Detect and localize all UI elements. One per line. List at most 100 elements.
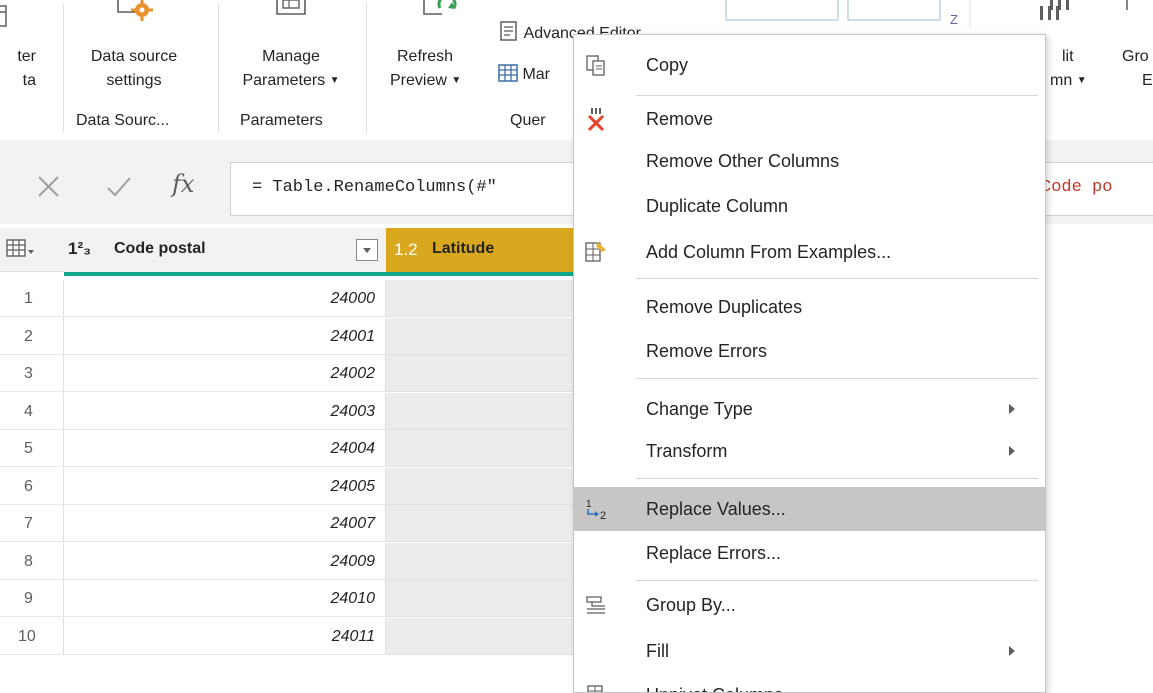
cell-code-postal[interactable]: 24005 [64,467,386,505]
group-label-data-sources: Data Sourc... [76,112,170,129]
menu-item-label: Remove Duplicates [646,297,803,317]
data-source-settings-line1: Data source [90,48,178,65]
column-filter-button[interactable] [356,239,378,261]
column-header-latitude[interactable]: 1.2 Latitude [386,228,573,276]
menu-item-label: Copy [646,55,689,75]
cell-latitude[interactable] [386,542,573,580]
cell-latitude[interactable] [386,430,573,467]
cell-latitude[interactable] [386,505,573,542]
cell-latitude[interactable] [386,280,573,317]
svg-text:1: 1 [586,499,592,510]
cell-code-postal[interactable]: 24000 [64,280,386,317]
submenu-arrow-icon [1009,404,1015,414]
cell-code-postal[interactable]: 24010 [64,580,386,617]
type-decimal-icon: 1.2 [394,240,418,259]
refresh-preview-line1: Refresh [397,48,454,65]
menu-item-group-by[interactable]: Group By... [574,585,1045,625]
column-name-latitude: Latitude [432,240,495,257]
menu-item-label: Remove Other Columns [646,151,840,171]
split-column-line2: mn ▼ [1046,71,1096,91]
row-number[interactable]: 5 [0,430,64,467]
refresh-preview-line2: Preview ▼ [384,71,492,91]
dropdown-caret-icon: ▼ [451,75,462,86]
menu-item-label: Group By... [646,595,736,615]
menu-item-fill[interactable]: Fill [574,631,1045,671]
cell-code-postal[interactable]: 24001 [64,317,386,355]
svg-text:2: 2 [600,510,606,521]
table-menu-header[interactable] [0,228,64,272]
table-icon [498,64,518,82]
cell-code-postal[interactable]: 24002 [64,355,386,392]
row-number[interactable]: 9 [0,580,64,617]
replace-values-icon: 1 2 [586,499,606,521]
filter-data-line1: ter [17,48,36,65]
menu-separator [636,95,1038,96]
menu-item-label: Replace Values... [646,499,786,519]
menu-item-add-column-from-examples[interactable]: Add Column From Examples... [574,232,1045,272]
menu-item-label: Fill [646,641,669,661]
manage-parameters-line1: Manage [262,48,320,65]
row-number[interactable]: 4 [0,392,64,430]
cell-code-postal[interactable]: 24007 [64,505,386,542]
manage-button[interactable]: Mar [498,63,550,85]
formula-text: = Table.RenameColumns(#" [252,178,497,197]
menu-separator [636,478,1038,479]
context-menu: Copy Remove Remove Other Columns Duplica… [573,34,1046,693]
menu-item-label: Duplicate Column [646,196,789,216]
check-icon[interactable] [104,172,134,202]
split-column-label: mn [1050,72,1073,89]
menu-item-remove[interactable]: Remove [574,99,1045,139]
menu-item-change-type[interactable]: Change Type [574,389,1045,429]
type-whole-number-icon: 1²₃ [68,239,91,258]
ribbon-top-decor: Z [725,0,1059,28]
manage-parameters-label: Parameters [242,72,326,89]
cell-latitude[interactable] [386,467,573,505]
cell-code-postal[interactable]: 24011 [64,617,386,655]
column-from-examples-icon [585,242,606,262]
cell-latitude[interactable] [386,617,573,655]
menu-item-label: Remove [646,109,714,129]
group-label-parameters: Parameters [240,112,323,129]
dropdown-caret-icon: ▼ [329,75,340,86]
dropdown-caret-icon: ▼ [1076,75,1087,86]
menu-item-label: Transform [646,441,728,461]
cell-latitude[interactable] [386,392,573,430]
row-number[interactable]: 10 [0,617,64,655]
menu-item-remove-duplicates[interactable]: Remove Duplicates [574,287,1045,327]
unpivot-icon [587,685,603,692]
group-by-line1: Gro [1122,48,1149,65]
menu-item-remove-errors[interactable]: Remove Errors [574,331,1045,371]
cell-code-postal[interactable]: 24004 [64,430,386,467]
menu-item-duplicate-column[interactable]: Duplicate Column [574,186,1045,226]
cell-latitude[interactable] [386,317,573,355]
menu-item-label: Unpivot Columns [646,675,783,692]
menu-item-label: Add Column From Examples... [646,242,892,262]
fx-button[interactable]: fx [172,170,194,198]
cell-code-postal[interactable]: 24009 [64,542,386,580]
menu-item-replace-errors[interactable]: Replace Errors... [574,533,1045,573]
row-number[interactable]: 2 [0,317,64,355]
cell-latitude[interactable] [386,355,573,392]
split-column-line1: lit [1062,48,1074,65]
remove-column-icon [587,108,605,131]
menu-item-unpivot-columns[interactable]: Unpivot Columns [574,675,1045,692]
column-header-code-postal[interactable]: 1²₃ Code postal [64,228,386,276]
group-by-line2: E [1142,72,1153,89]
row-number[interactable]: 1 [0,280,64,317]
row-number[interactable]: 6 [0,467,64,505]
cell-code-postal[interactable]: 24003 [64,392,386,430]
row-number[interactable]: 8 [0,542,64,580]
column-name-code-postal: Code postal [114,240,206,257]
submenu-arrow-icon [1009,446,1015,456]
x-icon[interactable] [34,172,64,202]
cell-latitude[interactable] [386,580,573,617]
row-number[interactable]: 7 [0,505,64,542]
menu-separator [636,580,1038,581]
menu-item-copy[interactable]: Copy [574,45,1045,85]
menu-item-replace-values[interactable]: 1 2 Replace Values... [574,487,1045,531]
row-number[interactable]: 3 [0,355,64,392]
menu-item-remove-other-columns[interactable]: Remove Other Columns [574,141,1045,181]
group-label-query: Quer [510,112,546,129]
manage-parameters-line2: Parameters ▼ [222,71,360,91]
menu-item-transform[interactable]: Transform [574,431,1045,471]
